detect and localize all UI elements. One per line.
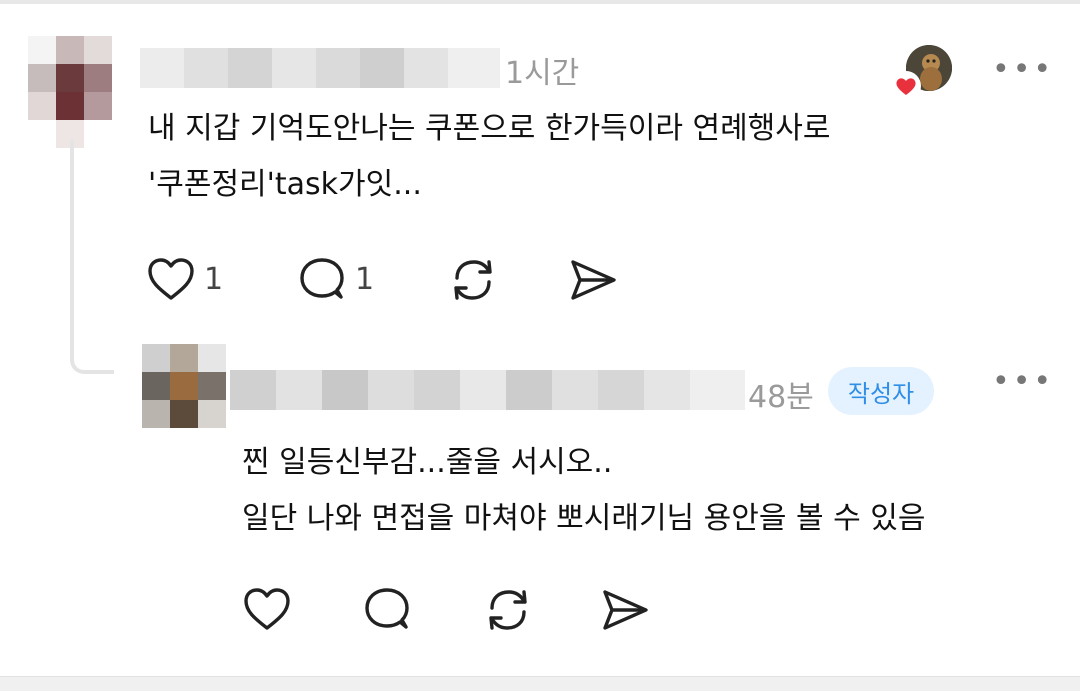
more-options-button[interactable]: ••• [992, 364, 1054, 399]
top-divider [0, 0, 1080, 4]
heart-icon [148, 258, 194, 300]
heart-filled-icon [890, 70, 922, 102]
reply-button[interactable]: 1 [297, 256, 374, 302]
avatar-redacted[interactable] [28, 36, 114, 148]
bottom-divider [0, 676, 1080, 691]
send-icon [603, 590, 648, 630]
comment-time: 1시간 [505, 56, 580, 91]
repost-button[interactable] [482, 584, 534, 636]
reply-button[interactable] [362, 586, 412, 632]
repost-icon [489, 590, 527, 630]
more-options-button[interactable]: ••• [992, 52, 1054, 87]
like-count: 1 [204, 261, 224, 297]
author-badge: 작성자 [828, 367, 934, 415]
send-icon [571, 260, 616, 300]
comment-text-line-1: 찐 일등신부감...줄을 서시오.. [242, 445, 613, 480]
username-redacted[interactable] [140, 48, 500, 88]
username-redacted[interactable] [230, 370, 745, 410]
like-button[interactable] [242, 586, 292, 632]
avatar-redacted[interactable] [142, 344, 226, 428]
repost-icon [454, 260, 492, 300]
comment-bubble-icon [300, 258, 344, 299]
share-button[interactable] [600, 586, 650, 634]
comment-text-line-1: 내 지갑 기억도안나는 쿠폰으로 한가득이라 연례행사로 [148, 111, 831, 146]
share-button[interactable] [568, 256, 618, 304]
comment-text-line-2: 일단 나와 면접을 마쳐야 뽀시래기님 용안을 볼 수 있음 [242, 501, 926, 536]
reply-count: 1 [355, 261, 375, 297]
comment-bubble-icon [365, 588, 409, 629]
like-button[interactable]: 1 [146, 256, 223, 302]
repost-button[interactable] [447, 254, 499, 306]
thread-line [70, 140, 74, 355]
comment-time: 48분 [748, 380, 814, 415]
heart-icon [244, 588, 290, 630]
comment-text-line-2: '쿠폰정리'task가잇... [148, 167, 422, 202]
thread-connector [70, 340, 114, 374]
